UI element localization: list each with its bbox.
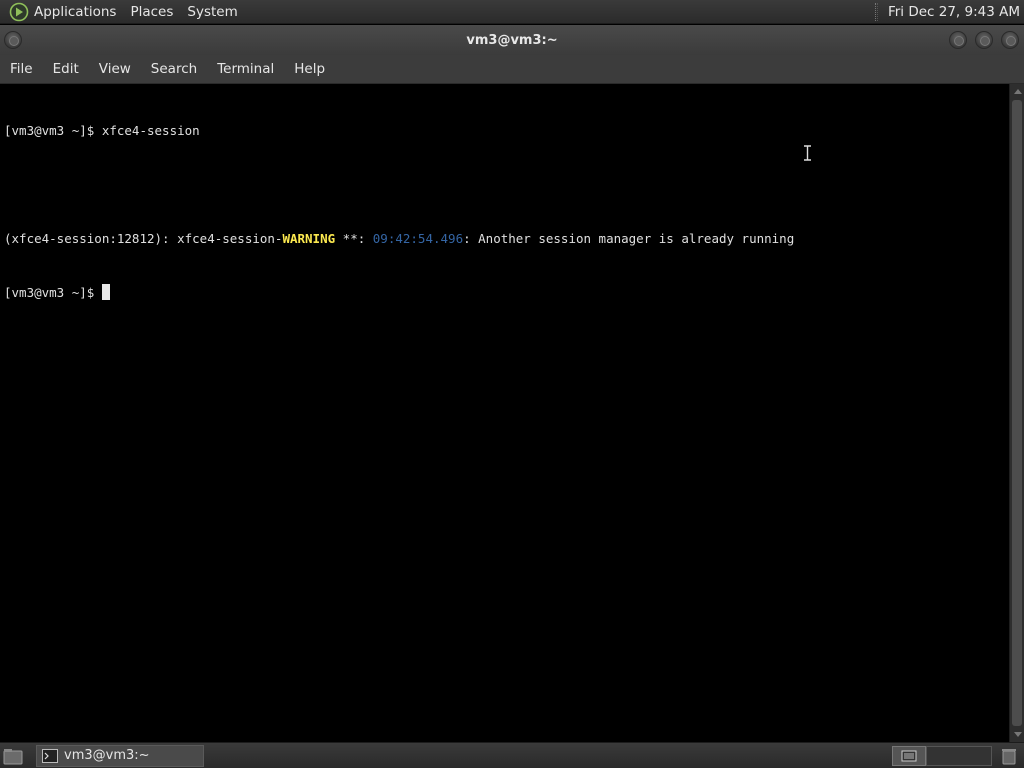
terminal-icon [42,748,58,763]
taskbar-terminal-button[interactable]: vm3@vm3:~ [36,744,204,767]
window-titlebar[interactable]: vm3@vm3:~ [0,25,1024,55]
workspace-window-icon [901,750,917,762]
warning-prefix: (xfce4-session:12812): xfce4-session- [4,231,283,246]
menu-applications[interactable]: Applications [34,4,116,20]
warning-message: : Another session manager is already run… [463,231,795,246]
top-panel: Applications Places System Fri Dec 27, 9… [0,0,1024,24]
menu-edit[interactable]: Edit [43,61,89,77]
top-menu: Applications Places System [34,4,252,20]
prompt: [vm3@vm3 ~]$ [4,285,102,300]
menu-view[interactable]: View [89,61,141,77]
terminal-prompt-line: [vm3@vm3 ~]$ [4,284,1005,302]
terminal-menubar: File Edit View Search Terminal Help [0,55,1024,84]
text-cursor [101,284,110,300]
menu-help[interactable]: Help [284,61,335,77]
panel-separator [874,2,878,21]
window-menu-icon[interactable] [4,31,22,49]
terminal-line: (xfce4-session:12812): xfce4-session-WAR… [4,230,1005,248]
clock[interactable]: Fri Dec 27, 9:43 AM [888,4,1020,20]
scroll-up-arrow-icon[interactable] [1010,84,1024,98]
maximize-button[interactable] [975,31,993,49]
minimize-button[interactable] [949,31,967,49]
menu-file[interactable]: File [0,61,43,77]
taskbar-label: vm3@vm3:~ [64,748,150,763]
window-title: vm3@vm3:~ [466,32,558,48]
menu-places[interactable]: Places [130,4,173,20]
terminal-area[interactable]: [vm3@vm3 ~]$ xfce4-session (xfce4-sessio… [0,84,1009,742]
ibeam-cursor-icon [804,145,811,161]
close-button[interactable] [1001,31,1019,49]
bottom-panel: vm3@vm3:~ [0,742,1024,768]
trash-icon[interactable] [998,746,1020,766]
show-desktop-icon[interactable] [2,746,24,766]
workspace-2[interactable] [926,746,992,766]
terminal-scrollbar[interactable] [1009,84,1024,742]
menu-terminal[interactable]: Terminal [207,61,284,77]
workspace-1[interactable] [892,746,926,766]
scroll-down-arrow-icon[interactable] [1010,728,1024,742]
terminal-line: [vm3@vm3 ~]$ xfce4-session [4,123,200,138]
scrollbar-thumb[interactable] [1012,100,1022,726]
applications-logo-icon[interactable] [9,2,29,22]
warning-timestamp: 09:42:54.496 [372,231,464,246]
warning-stars: **: [335,231,373,246]
warning-keyword: WARNING [282,231,336,246]
menu-search[interactable]: Search [141,61,207,77]
menu-system[interactable]: System [187,4,237,20]
